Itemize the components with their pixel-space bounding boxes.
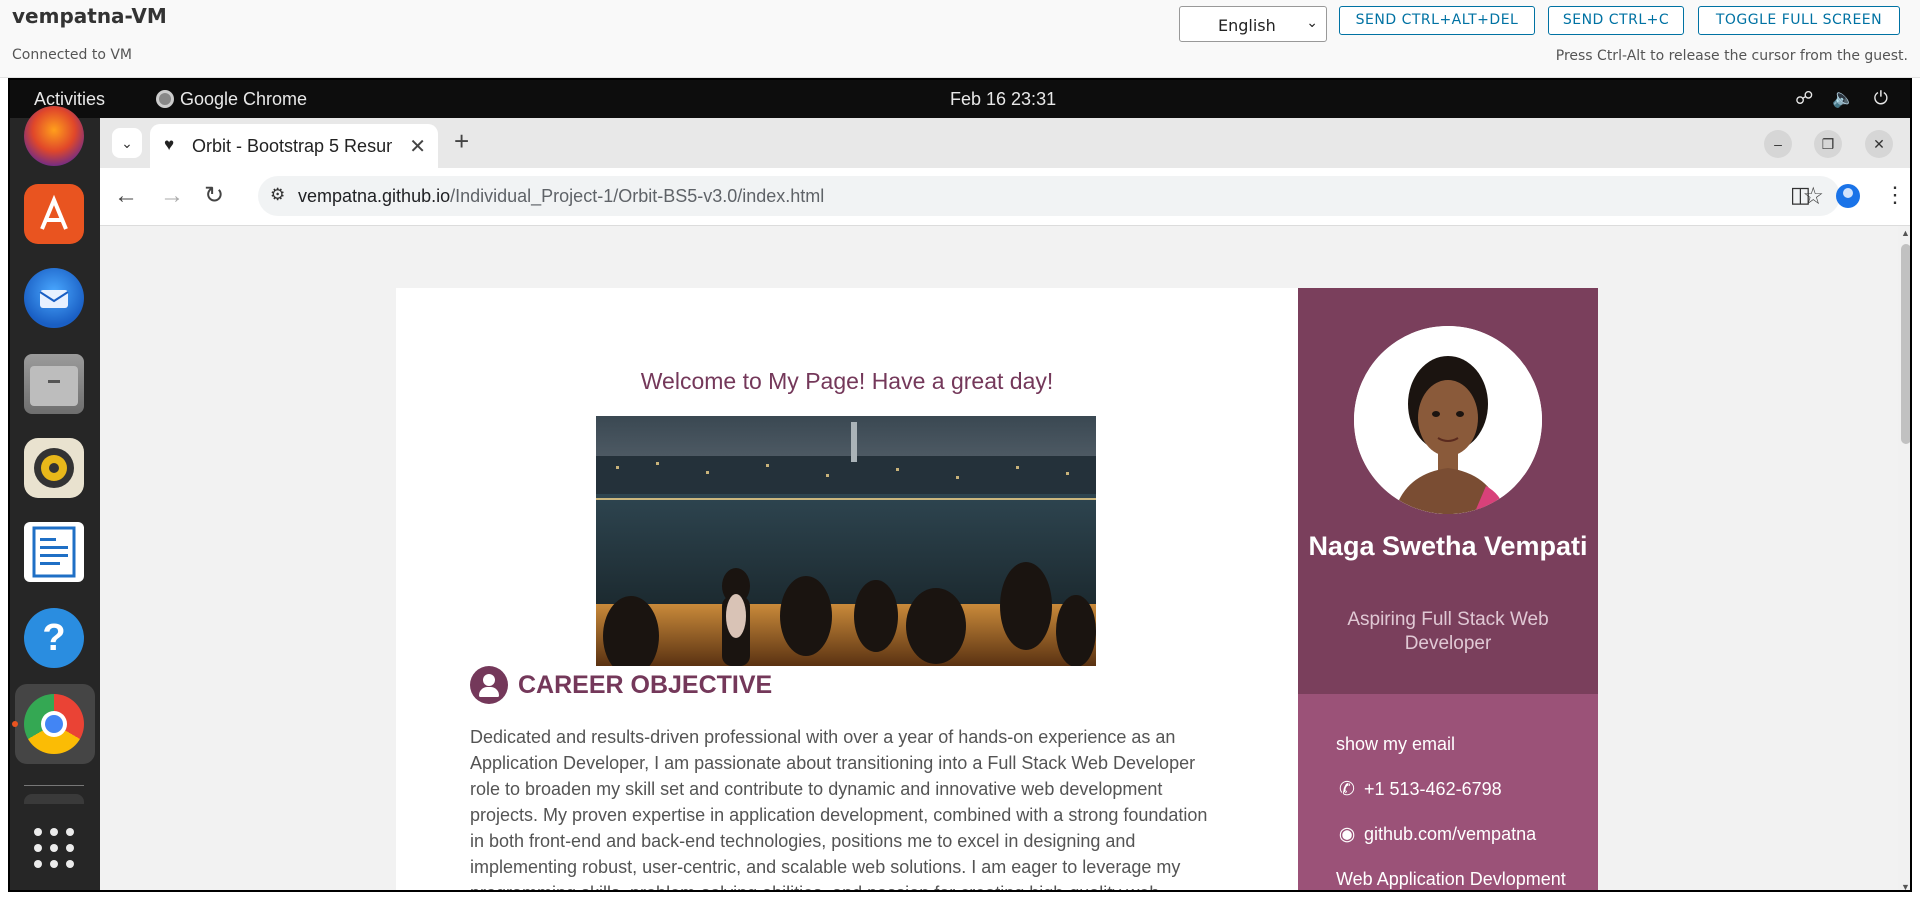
url-host: vempatna.github.io xyxy=(298,186,451,206)
tab-title: Orbit - Bootstrap 5 Resume xyxy=(192,136,392,156)
help-icon[interactable]: ? xyxy=(24,608,84,668)
firefox-icon[interactable] xyxy=(24,106,84,166)
network-icon: ☍ xyxy=(1795,88,1814,108)
heart-favicon-icon: ♥ xyxy=(164,135,175,154)
scroll-up-icon[interactable]: ▲ xyxy=(1901,228,1910,238)
toggle-full-screen-button[interactable]: TOGGLE FULL SCREEN xyxy=(1698,6,1900,35)
url-path: /Individual_Project-1/Orbit-BS5-v3.0/ind… xyxy=(450,186,825,206)
vm-guest-screen[interactable]: Activities Google Chrome Feb 16 23:31 ☍ … xyxy=(8,78,1912,892)
skill-item: Web Application Devlopment xyxy=(1336,869,1566,889)
language-select[interactable]: English ⌄ xyxy=(1179,6,1327,42)
chrome-icon[interactable] xyxy=(24,694,84,754)
section-title: CAREER OBJECTIVE xyxy=(518,671,773,699)
focused-app-name: Google Chrome xyxy=(180,89,308,109)
new-tab-button[interactable]: + xyxy=(454,128,469,154)
app-center-icon[interactable] xyxy=(24,184,84,244)
career-objective-text: Dedicated and results-driven professiona… xyxy=(470,727,1208,890)
maximize-button[interactable]: ❐ xyxy=(1814,130,1842,158)
profile-tagline: Aspiring Full Stack Web Developer xyxy=(1347,609,1549,654)
dock: ? xyxy=(10,106,100,890)
contact-sidebar: show my email ✆ +1 513-462-6798 ◉ github.c… xyxy=(1298,694,1598,890)
browser-toolbar: ← → ↻ ⚙ vempatna.github.io/Individual_Pr… xyxy=(100,168,1910,226)
welcome-heading: Welcome to My Page! Have a great day! xyxy=(640,368,1054,394)
more-menu-icon[interactable]: ⋮ xyxy=(1884,181,1906,209)
focused-app-menu[interactable]: Google Chrome xyxy=(156,89,307,110)
scroll-down-icon[interactable]: ▼ xyxy=(1901,882,1910,890)
profile-avatar-icon[interactable] xyxy=(1836,184,1860,208)
volume-icon: 🔈 xyxy=(1832,88,1855,108)
phone-icon: ✆ xyxy=(1339,779,1355,800)
chevron-down-icon: ⌄ xyxy=(121,135,133,151)
user-icon xyxy=(470,666,508,704)
scrollbar-thumb[interactable] xyxy=(1901,244,1910,444)
libreoffice-writer-icon[interactable] xyxy=(24,522,84,582)
system-tray[interactable]: ☍ 🔈 ⏻ xyxy=(1781,88,1888,109)
close-tab-icon[interactable]: ✕ xyxy=(409,134,426,159)
profile-sidebar-header: Naga Swetha Vempati Aspiring Full Stack … xyxy=(1298,288,1598,694)
show-apps-icon[interactable] xyxy=(24,818,84,878)
running-indicator xyxy=(12,721,18,727)
page-scrollbar[interactable]: ▲ ▼ xyxy=(1898,226,1910,890)
page-viewport[interactable]: Welcome to My Page! Have a great day! CA… xyxy=(100,226,1910,890)
forward-arrow-icon[interactable]: → xyxy=(160,182,184,210)
release-cursor-hint: Press Ctrl-Alt to release the cursor fro… xyxy=(1555,48,1908,64)
power-icon: ⏻ xyxy=(1873,88,1888,108)
side-panel-icon[interactable]: ◫ xyxy=(1790,181,1811,209)
show-email-link[interactable]: show my email xyxy=(1336,734,1455,755)
github-url: github.com/vempatna xyxy=(1364,824,1537,844)
language-select-value: English xyxy=(1218,16,1276,35)
url-text: vempatna.github.io/Individual_Project-1/… xyxy=(298,186,824,207)
close-window-button[interactable]: ✕ xyxy=(1865,130,1893,158)
github-icon: ◉ xyxy=(1338,824,1356,845)
address-bar[interactable]: ⚙ vempatna.github.io/Individual_Project-… xyxy=(258,176,1840,216)
phone-number: +1 513-462-6798 xyxy=(1364,779,1502,799)
github-link[interactable]: ◉ github.com/vempatna xyxy=(1336,823,1536,846)
files-icon[interactable] xyxy=(24,354,84,414)
resume-main-column: Welcome to My Page! Have a great day! CA… xyxy=(396,288,1298,890)
vm-connection-status: Connected to VM xyxy=(12,47,132,63)
trash-icon[interactable] xyxy=(24,794,84,804)
dock-separator xyxy=(24,785,84,786)
tab-active[interactable]: ♥ Orbit - Bootstrap 5 Resume ✕ xyxy=(150,124,438,168)
phone-contact[interactable]: ✆ +1 513-462-6798 xyxy=(1336,778,1502,801)
profile-photo xyxy=(1354,326,1542,514)
gnome-top-bar: Activities Google Chrome Feb 16 23:31 ☍ … xyxy=(10,80,1910,118)
thunderbird-icon[interactable] xyxy=(24,268,84,328)
tab-search-button[interactable]: ⌄ xyxy=(112,128,142,158)
send-ctrl-c-button[interactable]: SEND CTRL+C xyxy=(1548,6,1684,35)
chevron-down-icon: ⌄ xyxy=(1306,15,1318,31)
chrome-window: ⌄ ♥ Orbit - Bootstrap 5 Resume ✕ + – ❐ ✕… xyxy=(100,118,1910,890)
minimize-button[interactable]: – xyxy=(1764,130,1792,158)
reload-icon[interactable]: ↻ xyxy=(204,182,224,210)
site-info-icon[interactable]: ⚙ xyxy=(270,185,285,205)
back-arrow-icon[interactable]: ← xyxy=(114,182,138,210)
chrome-small-icon xyxy=(156,90,174,108)
profile-name: Naga Swetha Vempati xyxy=(1308,531,1588,561)
tab-strip: ⌄ ♥ Orbit - Bootstrap 5 Resume ✕ + – ❐ ✕ xyxy=(100,118,1910,168)
vm-console-header: vempatna-VM Connected to VM English ⌄ SE… xyxy=(0,0,1920,78)
rhythmbox-icon[interactable] xyxy=(24,438,84,498)
send-ctrl-alt-del-button[interactable]: SEND CTRL+ALT+DEL xyxy=(1339,6,1535,35)
vm-title: vempatna-VM xyxy=(12,4,167,28)
waterfront-photo xyxy=(596,416,1096,666)
clock[interactable]: Feb 16 23:31 xyxy=(950,89,1056,110)
